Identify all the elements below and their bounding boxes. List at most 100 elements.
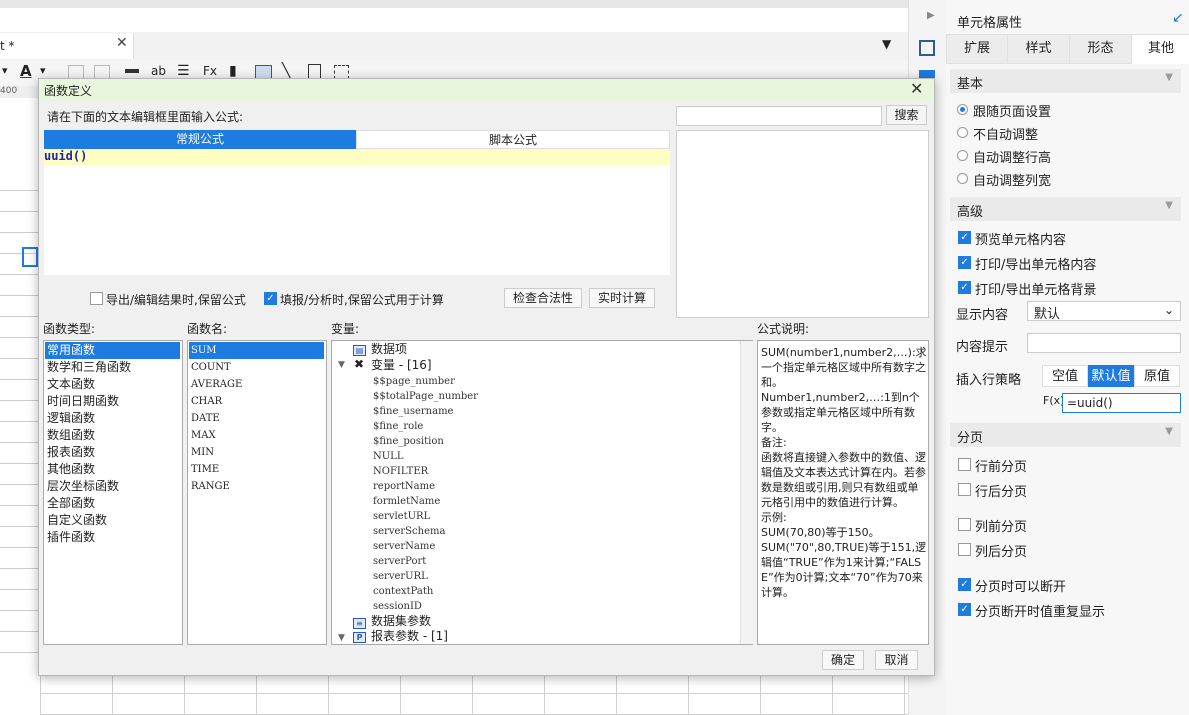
slash-icon[interactable]: ╲ bbox=[282, 63, 290, 79]
list-item[interactable]: 时间日期函数 bbox=[45, 393, 119, 410]
tree-leaf-variable[interactable]: NOFILTER bbox=[373, 464, 428, 479]
chart-icon[interactable]: ▮ bbox=[229, 63, 237, 79]
list-item[interactable]: 插件函数 bbox=[45, 529, 95, 546]
search-results-list[interactable] bbox=[676, 130, 929, 318]
section-paging-header[interactable]: 分页 ▼ bbox=[950, 423, 1181, 447]
tree-node-dataset-params[interactable]: 数据集参数 bbox=[371, 614, 431, 629]
section-basic-header[interactable]: 基本 ▼ bbox=[950, 69, 1181, 93]
collapse-icon[interactable]: ▼ bbox=[1165, 200, 1173, 211]
list-item[interactable]: 数学和三角函数 bbox=[45, 359, 131, 376]
checkbox-page-before-row[interactable] bbox=[958, 458, 971, 471]
display-content-select[interactable]: 默认 ⌄ bbox=[1027, 301, 1181, 322]
dialog-title-bar[interactable] bbox=[39, 79, 933, 101]
collapse-icon[interactable]: ▼ bbox=[1165, 426, 1173, 437]
list-item[interactable]: 其他函数 bbox=[45, 461, 95, 478]
close-tab-icon[interactable]: ✕ bbox=[116, 35, 128, 51]
tab-expand[interactable]: 扩展 bbox=[946, 34, 1008, 64]
list-item[interactable]: 逻辑函数 bbox=[45, 410, 95, 427]
tree-scrollbar[interactable] bbox=[740, 341, 753, 644]
tree-leaf-variable[interactable]: serverSchema bbox=[373, 524, 445, 539]
insert-policy-default[interactable]: 默认值 bbox=[1088, 365, 1134, 387]
radio-no-auto[interactable] bbox=[957, 127, 968, 138]
checkbox-print-content[interactable]: ✓ bbox=[958, 256, 971, 269]
function-search-input[interactable] bbox=[676, 106, 882, 126]
insert-policy-original[interactable]: 原值 bbox=[1134, 365, 1180, 387]
ok-button[interactable]: 确定 bbox=[822, 650, 864, 670]
list-item[interactable]: RANGE bbox=[189, 478, 230, 495]
checkbox-keep-formula-export[interactable] bbox=[90, 292, 103, 305]
tree-leaf-variable[interactable]: serverPort bbox=[373, 554, 426, 569]
realtime-calc-button[interactable]: 实时计算 bbox=[589, 288, 655, 308]
pin-icon[interactable]: ↙ bbox=[1172, 10, 1184, 26]
list-item[interactable]: DATE bbox=[189, 410, 220, 427]
tree-leaf-variable[interactable]: reportName bbox=[373, 479, 435, 494]
tab-other[interactable]: 其他 bbox=[1131, 34, 1189, 64]
document-tab[interactable] bbox=[0, 33, 134, 59]
frame-icon[interactable] bbox=[334, 65, 349, 79]
expand-icon[interactable]: ▼ bbox=[338, 360, 345, 370]
list-item[interactable]: MAX bbox=[189, 427, 216, 444]
list-item[interactable]: 报表函数 bbox=[45, 444, 95, 461]
tree-leaf-variable[interactable]: sessionID bbox=[373, 599, 422, 614]
tree-leaf-variable[interactable]: $$totalPage_number bbox=[373, 389, 478, 404]
check-validity-button[interactable]: 检查合法性 bbox=[504, 288, 582, 308]
close-icon[interactable]: ✕ bbox=[910, 79, 923, 98]
checkbox-repeat-on-break[interactable]: ✓ bbox=[958, 603, 971, 616]
section-advanced-header[interactable]: 高级 ▼ bbox=[950, 197, 1181, 221]
category-list[interactable]: 常用函数 数学和三角函数 文本函数 时间日期函数 逻辑函数 数组函数 报表函数 … bbox=[43, 340, 183, 645]
formula-icon[interactable]: Fx bbox=[203, 64, 217, 78]
radio-auto-row-height[interactable] bbox=[957, 150, 968, 161]
checkbox-page-after-row[interactable] bbox=[958, 483, 971, 496]
align-icon[interactable]: ☰ bbox=[177, 63, 190, 79]
checkbox-page-before-col[interactable] bbox=[958, 518, 971, 531]
list-item[interactable]: 数组函数 bbox=[45, 427, 95, 444]
tree-leaf-variable[interactable]: servletURL bbox=[373, 509, 430, 524]
search-button[interactable]: 搜索 bbox=[886, 105, 927, 125]
list-item[interactable]: 自定义函数 bbox=[45, 512, 107, 529]
content-hint-input[interactable] bbox=[1027, 333, 1181, 353]
tab-script-formula[interactable]: 脚本公式 bbox=[356, 130, 670, 149]
font-color-dropdown-icon[interactable]: ▾ bbox=[40, 64, 46, 77]
function-name-list[interactable]: SUM COUNT AVERAGE CHAR DATE MAX MIN TIME… bbox=[187, 340, 327, 645]
list-item[interactable]: 常用函数 bbox=[45, 342, 180, 359]
tree-node-variables[interactable]: 变量 - [16] bbox=[371, 358, 432, 373]
expand-icon[interactable]: ▼ bbox=[338, 633, 345, 643]
tree-leaf-variable[interactable]: $$page_number bbox=[373, 374, 455, 389]
tree-leaf-variable[interactable]: contextPath bbox=[373, 584, 433, 599]
dropdown-arrow-icon[interactable]: ▾ bbox=[2, 64, 8, 77]
checkbox-print-background[interactable]: ✓ bbox=[958, 281, 971, 294]
list-item[interactable]: SUM bbox=[189, 342, 324, 359]
default-value-formula-input[interactable]: =uuid() bbox=[1062, 393, 1181, 413]
image-icon[interactable] bbox=[255, 65, 272, 79]
list-item[interactable]: 文本函数 bbox=[45, 376, 95, 393]
tree-node-data-item[interactable]: 数据项 bbox=[371, 342, 407, 357]
variable-tree[interactable]: ▤ 数据项 ▼ ✖ 变量 - [16] $$page_number $$tota… bbox=[331, 340, 753, 645]
formula-text[interactable]: uuid() bbox=[44, 149, 87, 163]
tree-leaf-variable[interactable]: NULL bbox=[373, 449, 403, 464]
list-item[interactable]: 层次坐标函数 bbox=[45, 478, 119, 495]
tab-menu-icon[interactable]: ▼ bbox=[882, 37, 891, 51]
tab-style[interactable]: 样式 bbox=[1007, 34, 1070, 64]
list-item[interactable]: 全部函数 bbox=[45, 495, 95, 512]
list-item[interactable]: CHAR bbox=[189, 393, 222, 410]
formula-editor[interactable] bbox=[44, 149, 670, 275]
cancel-button[interactable]: 取消 bbox=[875, 650, 918, 670]
tab-form[interactable]: 形态 bbox=[1069, 34, 1132, 64]
list-item[interactable]: COUNT bbox=[189, 359, 231, 376]
checkbox-break-on-page[interactable]: ✓ bbox=[958, 578, 971, 591]
radio-auto-col-width[interactable] bbox=[957, 173, 968, 184]
tree-leaf-variable[interactable]: serverName bbox=[373, 539, 435, 554]
tab-normal-formula[interactable]: 常规公式 bbox=[44, 130, 356, 149]
list-item[interactable]: AVERAGE bbox=[189, 376, 242, 393]
tree-leaf-variable[interactable]: formletName bbox=[373, 494, 440, 509]
checkbox-keep-formula-fill[interactable]: ✓ bbox=[264, 292, 277, 305]
list-item[interactable]: TIME bbox=[189, 461, 219, 478]
tree-node-report-params[interactable]: 报表参数 - [1] bbox=[371, 629, 448, 644]
chevron-down-icon[interactable]: ⌄ bbox=[1164, 303, 1174, 317]
list-item[interactable]: MIN bbox=[189, 444, 214, 461]
tree-leaf-variable[interactable]: $fine_username bbox=[373, 404, 453, 419]
tree-leaf-variable[interactable]: serverURL bbox=[373, 569, 428, 584]
insert-policy-null[interactable]: 空值 bbox=[1042, 365, 1088, 387]
checkbox-preview-content[interactable]: ✓ bbox=[958, 231, 971, 244]
widget-attr-icon[interactable] bbox=[919, 70, 935, 78]
